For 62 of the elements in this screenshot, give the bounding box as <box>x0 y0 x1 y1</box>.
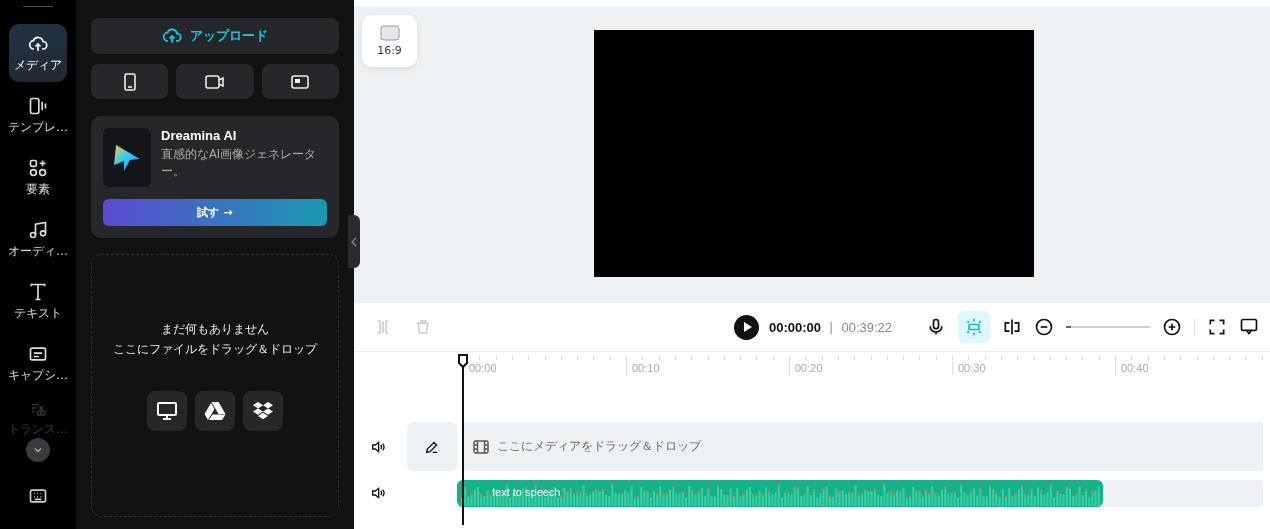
sidebar-item[interactable]: オーディ… <box>9 210 67 268</box>
cloud-upload-icon <box>162 26 182 46</box>
sidebar-item-label: テンプレ… <box>8 120 68 134</box>
record-screen-button[interactable] <box>261 64 339 99</box>
play-button[interactable] <box>734 314 759 340</box>
sidebar-item-label: キャプシ… <box>8 368 68 382</box>
sidebar-item-label: 要素 <box>26 182 50 196</box>
elements-icon <box>28 158 48 178</box>
screen-record-icon <box>291 73 310 90</box>
try-button[interactable]: 試す → <box>103 199 327 226</box>
sidebar-item-label: テキスト <box>14 306 62 320</box>
clip-label: text to speech <box>492 485 561 498</box>
caption-icon <box>28 344 48 364</box>
playhead[interactable] <box>457 353 469 525</box>
fullscreen-icon[interactable] <box>1207 317 1228 337</box>
play-icon <box>742 321 753 333</box>
empty-message: まだ何もありません <box>161 321 269 338</box>
sidebar-item[interactable]: 要素 <box>9 148 67 206</box>
phone-icon <box>121 72 138 91</box>
upload-button[interactable]: アップロード <box>91 18 339 54</box>
zoom-out-icon[interactable] <box>1034 317 1055 337</box>
template-icon <box>28 96 48 116</box>
sidebar-item[interactable]: キャプシ… <box>9 334 67 392</box>
media-drop-lane[interactable]: ここにメディアをドラッグ＆ドロップ <box>463 422 1263 471</box>
sidebar-item-label: オーディ… <box>8 244 68 258</box>
sidebar-item[interactable]: テンプレ… <box>9 86 67 144</box>
collapse-handle[interactable] <box>348 215 360 268</box>
cloud-upload-icon <box>28 34 48 54</box>
keyboard-icon <box>28 486 48 506</box>
paper-plane-icon <box>112 142 142 173</box>
video-camera-icon <box>205 73 225 90</box>
triangle-drive-icon <box>204 401 226 421</box>
time-separator: | <box>829 319 834 335</box>
ratio-icon <box>379 25 400 41</box>
monitor-icon <box>156 401 178 421</box>
sidebar-item[interactable]: メディア <box>9 24 67 82</box>
drive-button[interactable] <box>195 391 235 431</box>
chevron-left-icon <box>351 236 357 247</box>
drop-hint: ここにファイルをドラッグ＆ドロップ <box>113 341 317 358</box>
zoom-in-icon[interactable] <box>1162 317 1183 337</box>
music-note-icon <box>28 220 48 240</box>
record-video-button[interactable] <box>176 64 254 99</box>
phone-upload-button[interactable] <box>91 64 169 99</box>
feedback-icon[interactable] <box>1239 317 1260 337</box>
aspect-ratio-button[interactable]: 16:9 <box>362 15 417 67</box>
speaker-icon[interactable] <box>370 485 386 501</box>
expand-button[interactable] <box>26 438 50 462</box>
film-icon <box>473 439 489 454</box>
promo-title: Dreamina AI <box>161 128 238 143</box>
split-clip-icon[interactable] <box>1002 317 1023 337</box>
sidebar-item-label: メディア <box>14 58 62 72</box>
dropbox-button[interactable] <box>243 391 283 431</box>
drop-zone[interactable]: まだ何もありません ここにファイルをドラッグ＆ドロップ <box>91 254 339 517</box>
total-duration: 00:39:22 <box>841 319 893 335</box>
drop-placeholder: ここにメディアをドラッグ＆ドロップ <box>497 438 701 455</box>
current-time: 00:00:00 <box>769 319 822 335</box>
promo-description: 直感的なAI画像ジェネレーター。 <box>161 146 318 180</box>
computer-button[interactable] <box>147 391 187 431</box>
sidebar-item[interactable]: テキスト <box>9 272 67 330</box>
open-box-icon <box>252 401 274 421</box>
text-icon <box>28 282 48 302</box>
keyboard-button[interactable] <box>28 486 48 506</box>
